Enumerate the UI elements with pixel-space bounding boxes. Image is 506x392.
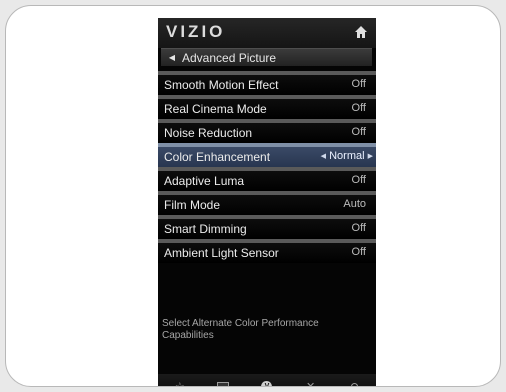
menu-item-value: Off: [351, 222, 366, 234]
menu-item-noise-reduction[interactable]: Noise Reduction Off: [158, 119, 376, 143]
settings-icon[interactable]: [337, 377, 371, 386]
menu-item-label: Smart Dimming: [164, 222, 247, 236]
device-frame: VIZIO ◀ Advanced Picture Smooth Motion E…: [5, 5, 501, 387]
menu-item-value: Off: [351, 126, 366, 138]
menu-item-label: Smooth Motion Effect: [164, 78, 279, 92]
menu-item-value: Off: [351, 246, 366, 258]
menu-header: VIZIO: [158, 18, 376, 48]
menu-item-label: Noise Reduction: [164, 126, 253, 140]
help-description: Select Alternate Color Performance Capab…: [162, 318, 319, 341]
brand-logo: VIZIO: [166, 22, 226, 41]
tv-menu-screen: VIZIO ◀ Advanced Picture Smooth Motion E…: [158, 18, 376, 387]
menu-item-label: Ambient Light Sensor: [164, 246, 279, 260]
close-icon[interactable]: ✕: [294, 377, 328, 387]
back-arrow-icon[interactable]: ◀: [164, 53, 180, 62]
breadcrumb[interactable]: ◀ Advanced Picture: [161, 48, 372, 66]
menu-item-label: Real Cinema Mode: [164, 102, 267, 116]
vizio-v-icon[interactable]: V: [250, 377, 284, 386]
menu-item-value: Off: [351, 78, 366, 90]
menu-item-value: Off: [351, 102, 366, 114]
menu-item-value: Off: [351, 174, 366, 186]
menu-item-real-cinema-mode[interactable]: Real Cinema Mode Off: [158, 95, 376, 119]
menu-item-label: Film Mode: [164, 198, 221, 212]
settings-menu: Smooth Motion Effect Off Real Cinema Mod…: [158, 71, 376, 263]
menu-item-value: Normal: [329, 150, 365, 162]
menu-item-ambient-light-sensor[interactable]: Ambient Light Sensor Off: [158, 239, 376, 263]
input-icon[interactable]: [206, 377, 240, 386]
menu-item-label: Adaptive Luma: [164, 174, 245, 188]
star-icon[interactable]: ☆: [163, 377, 197, 387]
menu-item-label: Color Enhancement: [164, 150, 271, 164]
option-right-arrow-icon[interactable]: ▶: [368, 153, 373, 160]
menu-item-color-enhancement[interactable]: Color Enhancement ◀ Normal ▶: [158, 143, 376, 167]
menu-item-film-mode[interactable]: Film Mode Auto: [158, 191, 376, 215]
breadcrumb-label: Advanced Picture: [182, 50, 277, 65]
bottom-toolbar: ☆ V ✕: [158, 374, 376, 387]
menu-item-value: Auto: [343, 198, 366, 210]
menu-item-smart-dimming[interactable]: Smart Dimming Off: [158, 215, 376, 239]
option-left-arrow-icon[interactable]: ◀: [321, 153, 326, 160]
menu-item-value-selector[interactable]: ◀ Normal ▶: [321, 150, 373, 162]
home-icon[interactable]: [354, 25, 368, 39]
menu-item-adaptive-luma[interactable]: Adaptive Luma Off: [158, 167, 376, 191]
menu-item-smooth-motion-effect[interactable]: Smooth Motion Effect Off: [158, 71, 376, 95]
